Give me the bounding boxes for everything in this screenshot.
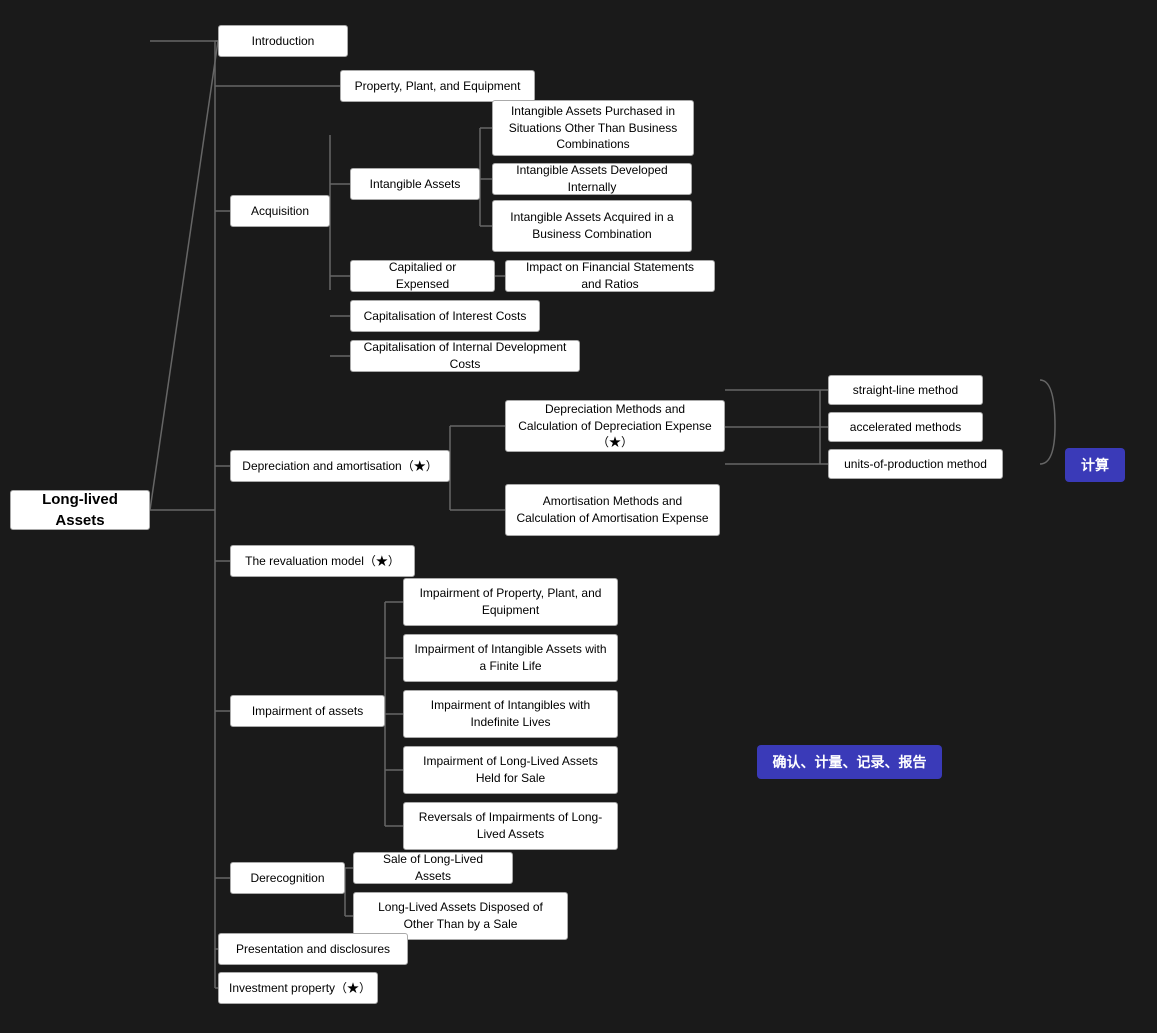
node-imp_ppe[interactable]: Impairment of Property, Plant, and Equip… bbox=[403, 578, 618, 626]
node-cap_interest[interactable]: Capitalisation of Interest Costs bbox=[350, 300, 540, 332]
mind-map-canvas: Long-lived Assets Introduction Property, … bbox=[0, 0, 1157, 1033]
node-accelerated[interactable]: accelerated methods bbox=[828, 412, 983, 442]
node-sale_assets[interactable]: Sale of Long-Lived Assets bbox=[353, 852, 513, 884]
node-cap_internal[interactable]: Capitalisation of Internal Development C… bbox=[350, 340, 580, 372]
node-imp_finite[interactable]: Impairment of Intangible Assets with a F… bbox=[403, 634, 618, 682]
node-straight_line[interactable]: straight-line method bbox=[828, 375, 983, 405]
node-revaluation[interactable]: The revaluation model（★） bbox=[230, 545, 415, 577]
node-dep_methods[interactable]: Depreciation Methods and Calculation of … bbox=[505, 400, 725, 452]
root-node[interactable]: Long-lived Assets bbox=[10, 490, 150, 530]
node-derecognition[interactable]: Derecognition bbox=[230, 862, 345, 894]
node-amort_methods[interactable]: Amortisation Methods and Calculation of … bbox=[505, 484, 720, 536]
node-acquisition[interactable]: Acquisition bbox=[230, 195, 330, 227]
node-intangible_assets[interactable]: Intangible Assets bbox=[350, 168, 480, 200]
node-ppe[interactable]: Property, Plant, and Equipment bbox=[340, 70, 535, 102]
badge-badge_calc[interactable]: 计算 bbox=[1065, 448, 1125, 482]
node-impairment_assets[interactable]: Impairment of assets bbox=[230, 695, 385, 727]
node-imp_indefinite[interactable]: Impairment of Intangibles with Indefinit… bbox=[403, 690, 618, 738]
node-imp_held[interactable]: Impairment of Long-Lived Assets Held for… bbox=[403, 746, 618, 794]
node-imp_reversals[interactable]: Reversals of Impairments of Long-Lived A… bbox=[403, 802, 618, 850]
node-units_prod[interactable]: units-of-production method bbox=[828, 449, 1003, 479]
node-ia_acquired[interactable]: Intangible Assets Acquired in a Business… bbox=[492, 200, 692, 252]
node-capitalised_expensed[interactable]: Capitalied or Expensed bbox=[350, 260, 495, 292]
node-dep_amort[interactable]: Depreciation and amortisation（★） bbox=[230, 450, 450, 482]
node-ia_developed[interactable]: Intangible Assets Developed Internally bbox=[492, 163, 692, 195]
node-impact[interactable]: Impact on Financial Statements and Ratio… bbox=[505, 260, 715, 292]
node-presentation[interactable]: Presentation and disclosures bbox=[218, 933, 408, 965]
badge-badge_confirm[interactable]: 确认、计量、记录、报告 bbox=[757, 745, 942, 779]
node-investment[interactable]: Investment property（★） bbox=[218, 972, 378, 1004]
node-introduction[interactable]: Introduction bbox=[218, 25, 348, 57]
root-label: Long-lived Assets bbox=[21, 489, 139, 531]
node-ia_purchased[interactable]: Intangible Assets Purchased in Situation… bbox=[492, 100, 694, 156]
